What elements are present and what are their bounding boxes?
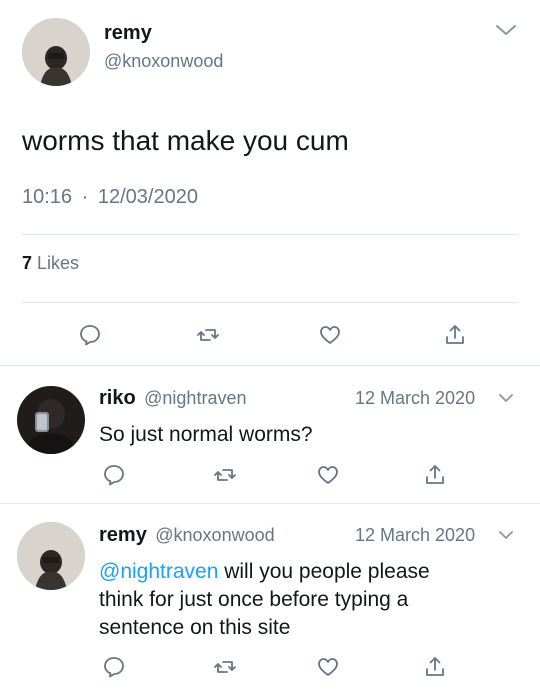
retweet-icon bbox=[197, 329, 219, 341]
share-icon bbox=[426, 465, 444, 484]
likes-label: Likes bbox=[37, 253, 80, 273]
like-icon bbox=[318, 466, 338, 484]
reply-text-segment: will you people please bbox=[218, 560, 430, 583]
like-button[interactable] bbox=[313, 652, 343, 682]
reply-author[interactable]: remy @knoxonwood bbox=[99, 524, 275, 547]
handle[interactable]: @knoxonwood bbox=[104, 51, 223, 72]
retweet-icon bbox=[214, 661, 236, 673]
like-button[interactable] bbox=[313, 460, 343, 490]
divider bbox=[22, 234, 518, 235]
divider bbox=[0, 503, 540, 504]
avatar[interactable] bbox=[17, 386, 85, 454]
reply-button[interactable] bbox=[99, 460, 129, 490]
retweet-button[interactable] bbox=[210, 652, 240, 682]
avatar[interactable] bbox=[17, 522, 85, 590]
share-button[interactable] bbox=[420, 460, 450, 490]
reply-button[interactable] bbox=[75, 320, 105, 350]
reply-button[interactable] bbox=[99, 652, 129, 682]
chevron-down-icon[interactable] bbox=[494, 20, 518, 40]
display-name[interactable]: remy bbox=[104, 22, 152, 45]
tweet-text: worms that make you cum bbox=[22, 125, 349, 156]
chevron-down-icon[interactable] bbox=[498, 527, 514, 543]
divider bbox=[0, 365, 540, 366]
reply-icon bbox=[80, 325, 100, 346]
avatar[interactable] bbox=[22, 18, 90, 86]
like-icon bbox=[320, 326, 340, 344]
likes-number: 7 bbox=[22, 253, 33, 273]
chevron-down-icon[interactable] bbox=[498, 390, 514, 406]
reply-text-line: @nightraven will you people please bbox=[99, 558, 519, 586]
divider bbox=[22, 302, 518, 303]
reply-icon bbox=[104, 657, 124, 678]
share-icon bbox=[426, 657, 444, 676]
handle[interactable]: @knoxonwood bbox=[155, 525, 274, 545]
like-button[interactable] bbox=[315, 320, 345, 350]
tweet-time: 10:16 bbox=[22, 186, 73, 208]
reply-text-line: think for just once before typing a bbox=[99, 588, 409, 611]
reply-text: @nightraven will you people please think… bbox=[99, 558, 519, 642]
share-button[interactable] bbox=[440, 320, 470, 350]
reply-date[interactable]: 12 March 2020 bbox=[355, 388, 475, 409]
reply-author[interactable]: riko @nightraven bbox=[99, 387, 246, 410]
reply-date[interactable]: 12 March 2020 bbox=[355, 525, 475, 546]
display-name[interactable]: remy bbox=[99, 524, 147, 546]
retweet-button[interactable] bbox=[193, 320, 223, 350]
share-button[interactable] bbox=[420, 652, 450, 682]
display-name[interactable]: riko bbox=[99, 387, 136, 409]
share-icon bbox=[446, 325, 464, 344]
reply-icon bbox=[104, 465, 124, 486]
retweet-button[interactable] bbox=[210, 460, 240, 490]
tweet-timestamp[interactable]: 10:16 · 12/03/2020 bbox=[22, 186, 198, 209]
tweet-date: 12/03/2020 bbox=[97, 186, 198, 208]
mention-link[interactable]: @nightraven bbox=[99, 560, 218, 583]
handle[interactable]: @nightraven bbox=[144, 388, 246, 408]
timestamp-separator: · bbox=[81, 186, 89, 208]
likes-count[interactable]: 7 Likes bbox=[22, 253, 79, 274]
reply-text: So just normal worms? bbox=[99, 423, 313, 446]
retweet-icon bbox=[214, 469, 236, 481]
reply-text-line: sentence on this site bbox=[99, 616, 291, 639]
like-icon bbox=[318, 658, 338, 676]
